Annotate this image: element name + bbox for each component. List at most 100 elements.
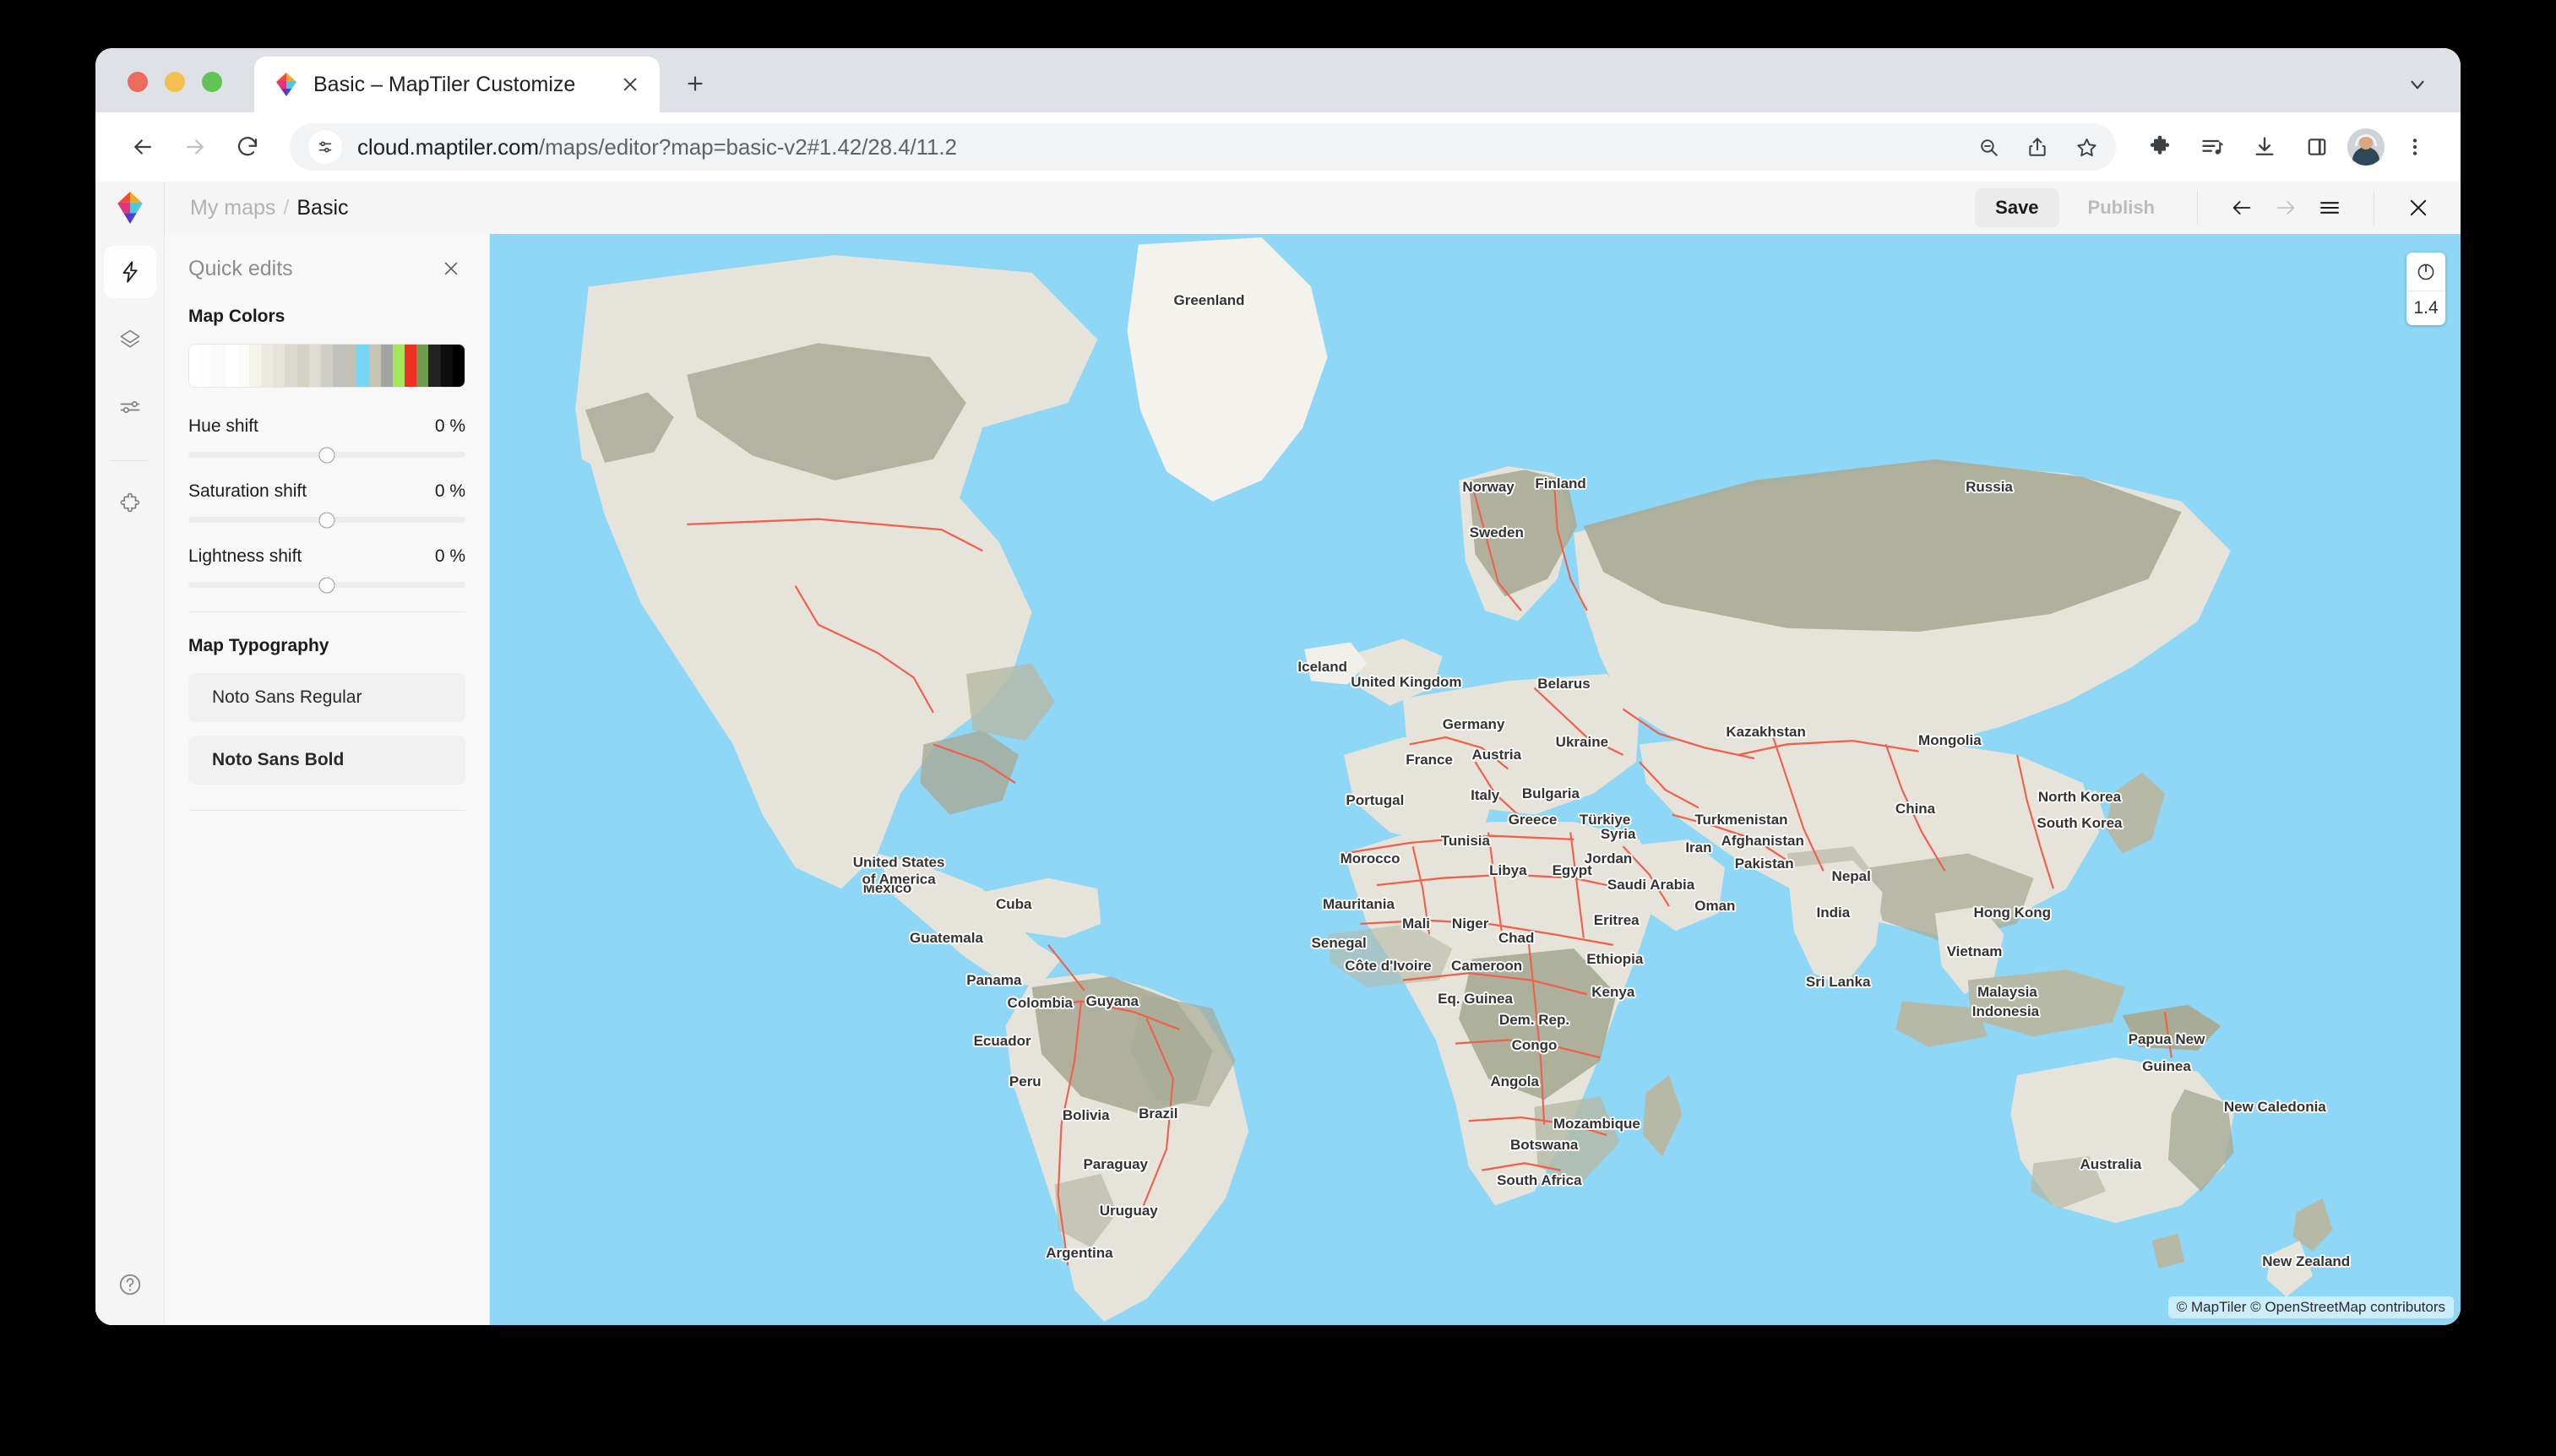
color-swatch-13[interactable] (345, 345, 356, 387)
rail-divider (111, 460, 150, 461)
color-swatch-19[interactable] (416, 345, 428, 387)
breadcrumb-parent[interactable]: My maps (190, 196, 275, 220)
color-swatch-21[interactable] (441, 345, 453, 387)
color-swatch-6[interactable] (261, 345, 273, 387)
panel-divider (188, 611, 465, 612)
map-colors-title: Map Colors (188, 307, 465, 327)
maptiler-pin-logo[interactable] (95, 182, 165, 234)
maximize-window-button[interactable] (202, 72, 222, 92)
slider-row-2: Lightness shift0 % (188, 546, 465, 588)
breadcrumb-separator: / (283, 196, 289, 220)
redo-button[interactable] (2264, 186, 2308, 230)
media-playlist-icon[interactable] (2190, 125, 2234, 169)
download-icon[interactable] (2243, 125, 2287, 169)
slider-value: 0 % (435, 546, 465, 567)
panel-title: Quick edits (188, 257, 293, 281)
color-swatch-1[interactable] (201, 345, 213, 387)
close-window-button[interactable] (128, 72, 148, 92)
question-mark-icon[interactable] (108, 1263, 152, 1307)
sliders-container: Hue shift0 %Saturation shift0 %Lightness… (188, 416, 465, 588)
color-swatch-22[interactable] (453, 345, 465, 387)
map-colors-swatches[interactable] (188, 344, 465, 388)
header-divider-1 (2197, 191, 2198, 225)
minimize-window-button[interactable] (165, 72, 185, 92)
maptiler-app: My maps / Basic Save Publish (95, 182, 2461, 1325)
color-swatch-10[interactable] (309, 345, 321, 387)
panel-header: Quick edits (188, 254, 465, 283)
color-swatch-8[interactable] (285, 345, 296, 387)
save-button[interactable]: Save (1975, 188, 2058, 227)
color-swatch-3[interactable] (226, 345, 237, 387)
color-swatch-18[interactable] (405, 345, 416, 387)
color-swatch-2[interactable] (213, 345, 225, 387)
color-swatch-12[interactable] (333, 345, 345, 387)
sidebar-item-plugins[interactable] (104, 478, 156, 530)
slider-value: 0 % (435, 481, 465, 502)
compass-north-icon[interactable] (2406, 253, 2445, 291)
close-icon[interactable] (437, 254, 465, 283)
sidebar-item-layers[interactable] (104, 313, 156, 366)
sidebar-item-settings[interactable] (104, 381, 156, 433)
browser-tab[interactable]: Basic – MapTiler Customize (254, 57, 660, 112)
undo-button[interactable] (2220, 186, 2264, 230)
color-swatch-20[interactable] (428, 345, 440, 387)
icon-rail (95, 234, 165, 1325)
slider-track[interactable] (188, 517, 465, 523)
close-icon[interactable] (616, 70, 644, 99)
slider-label: Saturation shift (188, 481, 307, 502)
url-text: cloud.maptiler.com/maps/editor?map=basic… (357, 134, 957, 160)
address-bar[interactable]: cloud.maptiler.com/maps/editor?map=basic… (290, 123, 2116, 171)
puzzle-icon[interactable] (2138, 125, 2182, 169)
app-header: My maps / Basic Save Publish (95, 182, 2461, 234)
map-zoom-widget[interactable]: 1.4 (2406, 253, 2445, 325)
forward-button[interactable] (171, 123, 219, 171)
zoom-out-icon[interactable] (1967, 126, 2009, 168)
color-swatch-4[interactable] (237, 345, 249, 387)
slider-thumb[interactable] (319, 577, 335, 593)
kebab-menu-icon[interactable] (2393, 125, 2437, 169)
share-icon[interactable] (2016, 126, 2058, 168)
color-swatch-17[interactable] (393, 345, 405, 387)
slider-track[interactable] (188, 452, 465, 458)
zoom-level-value: 1.4 (2406, 291, 2445, 325)
url-host: cloud.maptiler.com (357, 134, 539, 160)
color-swatch-9[interactable] (297, 345, 309, 387)
window-traffic-lights (128, 72, 222, 92)
hamburger-menu-icon[interactable] (2308, 186, 2352, 230)
url-path: /maps/editor?map=basic-v2#1.42/28.4/11.2 (539, 134, 957, 160)
app-body: Quick edits Map Colors Hue shift0 % Satur… (95, 234, 2461, 1325)
slider-value: 0 % (435, 416, 465, 437)
side-panel-icon[interactable] (2295, 125, 2339, 169)
page-settings-icon[interactable] (308, 130, 342, 164)
color-swatch-5[interactable] (249, 345, 261, 387)
color-swatch-7[interactable] (273, 345, 285, 387)
browser-window: Basic – MapTiler Customize (95, 48, 2461, 1325)
user-avatar[interactable] (2347, 128, 2385, 166)
sidebar-item-quick-edits[interactable] (104, 246, 156, 298)
map-attribution[interactable]: © MapTiler © OpenStreetMap contributors (2168, 1296, 2454, 1318)
close-editor-button[interactable] (2396, 186, 2440, 230)
slider-label-line: Saturation shift 0 % (188, 481, 465, 502)
slider-row-0: Hue shift0 % (188, 416, 465, 458)
color-swatch-14[interactable] (356, 345, 368, 387)
map-canvas[interactable]: GreenlandIcelandNorwayFinlandSwedenRussi… (490, 234, 2461, 1325)
slider-thumb[interactable] (319, 512, 335, 528)
back-button[interactable] (119, 123, 166, 171)
page-title: Basic (296, 196, 348, 220)
color-swatch-0[interactable] (189, 345, 201, 387)
panel-divider-bottom (188, 810, 465, 811)
publish-button[interactable]: Publish (2068, 188, 2175, 227)
chevron-down-icon[interactable] (2403, 70, 2432, 99)
slider-track[interactable] (188, 582, 465, 588)
color-swatch-16[interactable] (381, 345, 393, 387)
header-actions: Save Publish (1975, 182, 2461, 234)
color-swatch-11[interactable] (321, 345, 333, 387)
plus-icon[interactable] (678, 67, 712, 101)
font-chip-1[interactable]: Noto Sans Bold (188, 736, 465, 785)
font-chip-0[interactable]: Noto Sans Regular (188, 673, 465, 722)
tab-strip: Basic – MapTiler Customize (95, 48, 2461, 112)
color-swatch-15[interactable] (369, 345, 381, 387)
slider-thumb[interactable] (319, 447, 335, 463)
reload-button[interactable] (224, 123, 271, 171)
star-icon[interactable] (2065, 126, 2107, 168)
